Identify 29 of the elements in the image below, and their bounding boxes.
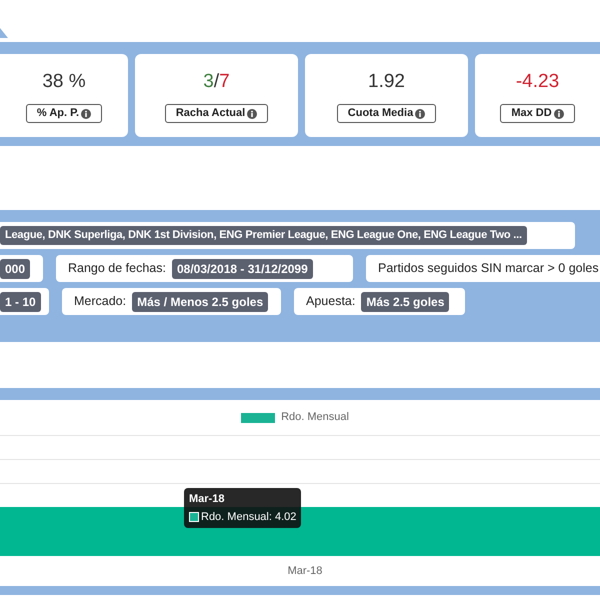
stat-value: 38 % xyxy=(42,70,86,94)
filter-label: Rango de fechas: xyxy=(68,260,166,278)
legend-swatch-icon xyxy=(241,412,276,422)
filter-value: Más / Menos 2.5 goles xyxy=(132,292,268,312)
filter-label: Partidos seguidos SIN marcar > 0 goles xyxy=(378,260,599,278)
info-icon xyxy=(554,108,564,118)
info-icon xyxy=(415,108,426,118)
stat-label-button[interactable]: Max DD xyxy=(500,104,575,123)
tooltip-title: Mar-18 xyxy=(189,492,226,507)
filter-value: League, DNK Superliga, DNK 1st Division, ENG Premier League, ENG League One, ENG League Two ... xyxy=(0,226,527,245)
legend-label: Rdo. Mensual xyxy=(281,410,349,426)
stat-value: 3/7 xyxy=(203,70,230,94)
stat-value: -4.23 xyxy=(516,70,560,94)
filter-label: Mercado: xyxy=(74,293,126,310)
info-icon xyxy=(247,108,258,118)
stat-label-button[interactable]: Cuota Media xyxy=(336,104,436,123)
filter-label: Apuesta: xyxy=(306,293,356,310)
corner-tab-icon xyxy=(0,28,8,38)
info-icon xyxy=(81,108,92,118)
x-axis-label: Mar-18 xyxy=(288,564,322,579)
filter-value: 000 xyxy=(0,258,30,278)
tooltip-text: Rdo. Mensual: 4.02 xyxy=(201,510,296,524)
filter-value: 08/03/2018 - 31/12/2099 xyxy=(172,258,313,278)
stat-label-button[interactable]: % Ap. P. xyxy=(26,104,102,123)
stat-label-button[interactable]: Racha Actual xyxy=(164,104,268,123)
tooltip-swatch-icon xyxy=(189,512,199,522)
stat-value: 1.92 xyxy=(368,70,405,94)
filter-value: 1 - 10 xyxy=(0,292,41,312)
filter-value: Más 2.5 goles xyxy=(361,292,450,312)
